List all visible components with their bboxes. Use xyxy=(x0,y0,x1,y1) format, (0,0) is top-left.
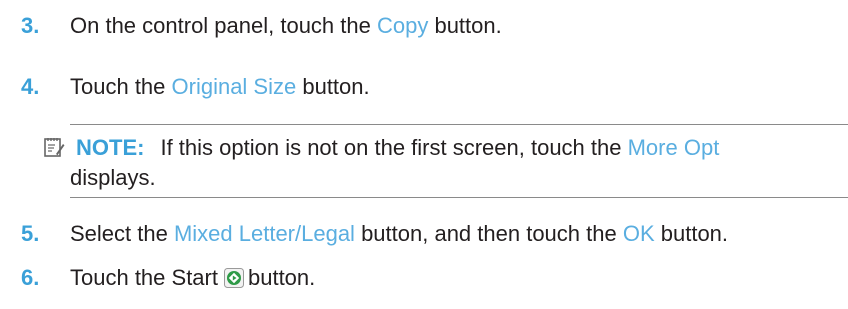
more-options-button-label: More Opt xyxy=(627,135,720,160)
note-bottom-rule xyxy=(70,197,848,198)
step-number: 5. xyxy=(21,221,40,246)
step-text: Touch the Start button. xyxy=(70,265,315,291)
note-text: If this option is not on the first scree… xyxy=(160,135,628,160)
step-text: Touch the Original Size button. xyxy=(70,74,370,100)
mixed-letter-legal-button-label: Mixed Letter/Legal xyxy=(173,221,355,246)
original-size-button-label: Original Size xyxy=(171,74,297,99)
step-text-before: Touch the xyxy=(70,74,172,99)
step-number: 6. xyxy=(21,265,40,290)
step-text-after: button. xyxy=(247,265,316,290)
note-box: NOTE: If this option is not on the first … xyxy=(0,124,848,198)
note-top-rule xyxy=(70,124,848,125)
note-line-2: displays. xyxy=(70,165,156,190)
step-number: 3. xyxy=(21,13,40,38)
step-text-before: Select the xyxy=(70,221,174,246)
step-text-after: button. xyxy=(296,74,370,99)
step-number: 4. xyxy=(21,74,40,99)
step-text: On the control panel, touch the Copy but… xyxy=(70,13,502,39)
step-text-before: On the control panel, touch the xyxy=(70,13,377,38)
note-line-1: NOTE: If this option is not on the first … xyxy=(76,135,719,161)
step-text-before: Touch the Start xyxy=(70,265,218,290)
note-pad-icon xyxy=(44,138,65,157)
ok-button-label: OK xyxy=(622,221,655,246)
document-page: 3. On the control panel, touch the Copy … xyxy=(0,0,848,309)
step-text-after: button. xyxy=(428,13,502,38)
copy-button-label: Copy xyxy=(376,13,429,38)
step-text-middle: button, and then touch the xyxy=(354,221,623,246)
start-button-icon xyxy=(223,268,244,288)
step-text-after: button. xyxy=(654,221,729,246)
note-label: NOTE: xyxy=(76,135,145,160)
step-text: Select the Mixed Letter/Legal button, an… xyxy=(70,221,728,247)
